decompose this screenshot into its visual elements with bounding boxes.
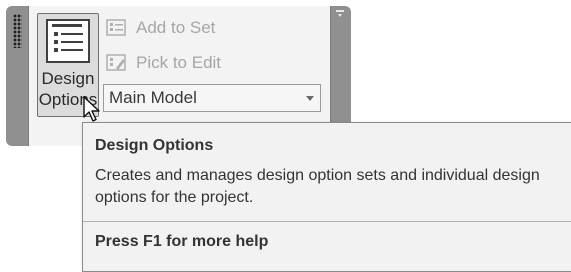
add-to-set-button[interactable]: Add to Set xyxy=(106,14,215,42)
tooltip-title: Design Options xyxy=(95,137,214,154)
add-to-set-label: Add to Set xyxy=(136,18,216,37)
mouse-pointer-icon xyxy=(83,96,100,122)
pick-to-edit-icon xyxy=(106,54,126,71)
chevron-down-icon xyxy=(306,96,314,101)
add-to-set-icon xyxy=(106,19,126,36)
grip-dots-icon xyxy=(12,14,22,48)
panel-launcher-icon[interactable] xyxy=(330,10,350,30)
pick-to-edit-label: Pick to Edit xyxy=(136,53,222,72)
design-options-icon xyxy=(46,19,90,63)
panel-grip-handle[interactable] xyxy=(6,6,28,146)
tooltip-help-hint: Press F1 for more help xyxy=(95,233,269,250)
active-design-option-value: Main Model xyxy=(109,88,197,107)
design-options-label-line1: Design xyxy=(41,69,95,88)
active-design-option-select[interactable]: Main Model xyxy=(103,84,321,112)
design-options-tooltip: Design Options Creates and manages desig… xyxy=(82,122,571,272)
pick-to-edit-button[interactable]: Pick to Edit xyxy=(106,49,221,77)
tooltip-body: Creates and manages design option sets a… xyxy=(95,167,540,206)
tooltip-divider xyxy=(83,221,571,222)
